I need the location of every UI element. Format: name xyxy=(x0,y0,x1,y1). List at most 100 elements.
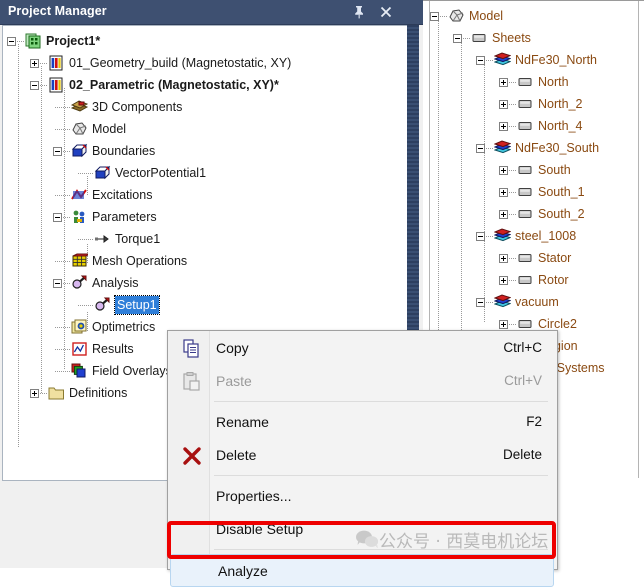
tree-item[interactable]: Parameters xyxy=(3,206,403,228)
sheet-icon xyxy=(517,118,534,134)
delete-icon xyxy=(181,445,203,467)
model-tree-item[interactable]: Model xyxy=(430,5,636,27)
tree-expander-plus-icon[interactable] xyxy=(499,100,508,109)
tree-item-label: Mesh Operations xyxy=(92,254,188,268)
tree-expander-minus-icon[interactable] xyxy=(53,279,62,288)
model-tree-item-label: South xyxy=(538,163,571,177)
model-tree-item[interactable]: vacuum xyxy=(430,291,636,313)
tree-item-label: Project1* xyxy=(46,34,101,48)
tree-guide xyxy=(55,371,70,372)
model-tree-item[interactable]: North_2 xyxy=(430,93,636,115)
tree-item[interactable]: 01_Geometry_build (Magnetostatic, XY) xyxy=(3,52,403,74)
tree-expander-plus-icon[interactable] xyxy=(499,78,508,87)
context-menu-item-label: Paste xyxy=(216,373,252,389)
tree-expander-minus-icon[interactable] xyxy=(7,37,16,46)
tree-expander-minus-icon[interactable] xyxy=(53,213,62,222)
model-tree-item[interactable]: South xyxy=(430,159,636,181)
context-menu-item[interactable]: Paste Ctrl+V xyxy=(169,365,556,398)
tree-expander-minus-icon[interactable] xyxy=(453,34,462,43)
tree-item[interactable]: VectorPotential1 xyxy=(3,162,403,184)
model-tree-item[interactable]: South_2 xyxy=(430,203,636,225)
tree-expander-plus-icon[interactable] xyxy=(499,320,508,329)
tree-item[interactable]: Project1* xyxy=(3,30,403,52)
tree-expander-plus-icon[interactable] xyxy=(499,276,508,285)
tree-item[interactable]: Analysis xyxy=(3,272,403,294)
close-icon[interactable] xyxy=(377,3,395,21)
model-tree-item-label: NdFe30_North xyxy=(515,53,597,67)
tree-guide xyxy=(63,151,70,152)
tree-guide xyxy=(463,38,470,39)
tree-item-label: Optimetrics xyxy=(92,320,156,334)
tree-expander-minus-icon[interactable] xyxy=(476,56,485,65)
tree-expander-minus-icon[interactable] xyxy=(476,298,485,307)
context-menu-item[interactable]: Rename F2 xyxy=(169,406,556,439)
paste-icon xyxy=(181,371,203,393)
copy-icon xyxy=(181,338,203,360)
tree-item-label: Field Overlays xyxy=(92,364,172,378)
model-tree-item-label: steel_1008 xyxy=(515,229,577,243)
boundary-icon xyxy=(71,143,88,159)
tree-guide xyxy=(78,305,93,306)
context-menu-item[interactable]: Delete Delete xyxy=(169,439,556,472)
tree-item[interactable]: 3D Components xyxy=(3,96,403,118)
tree-item-label: Analysis xyxy=(92,276,139,290)
parameters-icon xyxy=(71,209,88,225)
material-icon xyxy=(493,52,512,68)
tree-expander-plus-icon[interactable] xyxy=(30,59,39,68)
model-tree-item[interactable]: Stator xyxy=(430,247,636,269)
pin-icon[interactable] xyxy=(350,3,368,21)
tree-item[interactable]: Setup1 xyxy=(3,294,403,316)
tree-item[interactable]: Torque1 xyxy=(3,228,403,250)
excitation-icon xyxy=(71,187,88,203)
tree-item-label: Parameters xyxy=(92,210,157,224)
tree-item[interactable]: Model xyxy=(3,118,403,140)
tree-expander-plus-icon[interactable] xyxy=(30,389,39,398)
model-tree-item[interactable]: North_4 xyxy=(430,115,636,137)
tree-expander-plus-icon[interactable] xyxy=(499,254,508,263)
context-menu-item[interactable]: Copy Ctrl+C xyxy=(169,332,556,365)
tree-expander-plus-icon[interactable] xyxy=(499,188,508,197)
tree-item-label: Setup1 xyxy=(114,295,160,315)
sheet-icon xyxy=(517,162,534,178)
tree-expander-minus-icon[interactable] xyxy=(53,147,62,156)
model-tree-item[interactable]: Sheets xyxy=(430,27,636,49)
context-menu-separator xyxy=(214,401,548,402)
tree-guide xyxy=(17,41,24,42)
tree-guide xyxy=(509,126,516,127)
model-tree-item-label: Rotor xyxy=(538,273,569,287)
model-tree-item[interactable]: Rotor xyxy=(430,269,636,291)
context-menu-item-shortcut: Ctrl+C xyxy=(503,340,542,355)
tree-expander-minus-icon[interactable] xyxy=(476,232,485,241)
mesh-icon xyxy=(71,253,91,269)
model-tree-item-label: Sheets xyxy=(492,31,531,45)
context-menu-separator xyxy=(214,475,548,476)
tree-item[interactable]: Boundaries xyxy=(3,140,403,162)
model-tree-item-label: North xyxy=(538,75,569,89)
material-icon xyxy=(493,294,512,310)
model-tree-item[interactable]: NdFe30_North xyxy=(430,49,636,71)
tree-expander-minus-icon[interactable] xyxy=(476,144,485,153)
tree-item[interactable]: 02_Parametric (Magnetostatic, XY)* xyxy=(3,74,403,96)
tree-expander-minus-icon[interactable] xyxy=(30,81,39,90)
watermark-text: 公众号 · 西莫电机论坛 xyxy=(379,532,549,552)
tree-expander-plus-icon[interactable] xyxy=(499,166,508,175)
sheet-icon xyxy=(517,250,534,266)
context-menu-item-label: Analyze xyxy=(218,563,268,579)
model-tree-item[interactable]: NdFe30_South xyxy=(430,137,636,159)
context-menu-item-shortcut: Ctrl+V xyxy=(504,373,542,388)
model-tree-item[interactable]: North xyxy=(430,71,636,93)
tree-item[interactable]: Excitations xyxy=(3,184,403,206)
tree-guide xyxy=(509,192,516,193)
tree-expander-plus-icon[interactable] xyxy=(499,122,508,131)
model-tree-item[interactable]: South_1 xyxy=(430,181,636,203)
model-tree-item[interactable]: steel_1008 xyxy=(430,225,636,247)
tree-item[interactable]: Mesh Operations xyxy=(3,250,403,272)
tree-guide xyxy=(63,283,70,284)
boundary-icon xyxy=(94,165,111,181)
context-menu-item[interactable]: Analyze xyxy=(170,554,554,587)
context-menu-item[interactable]: Properties... xyxy=(169,480,556,513)
tree-expander-plus-icon[interactable] xyxy=(499,210,508,219)
tree-expander-minus-icon[interactable] xyxy=(430,12,439,21)
model-icon xyxy=(448,8,465,24)
design-icon xyxy=(48,55,65,71)
